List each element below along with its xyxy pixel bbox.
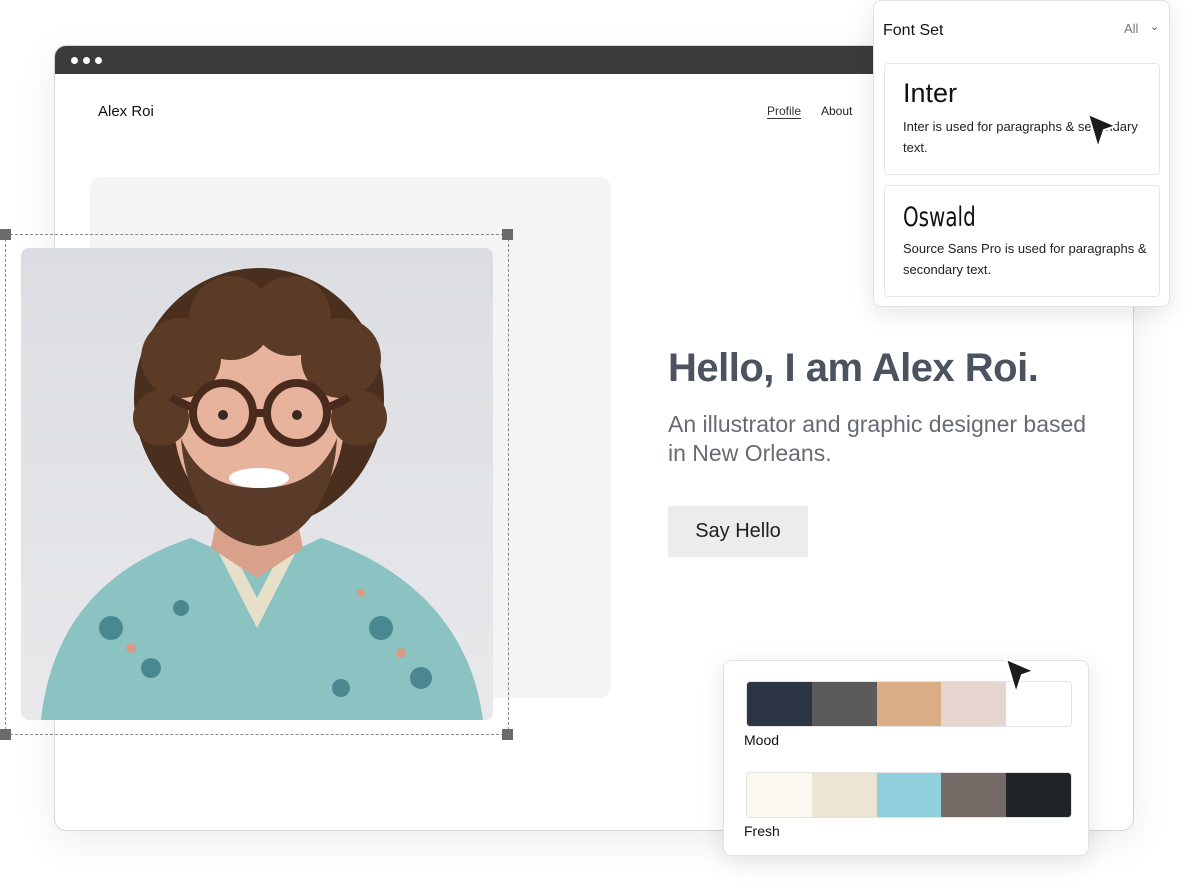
window-dot-icon <box>83 57 90 64</box>
palette-fresh-swatches[interactable] <box>746 772 1072 818</box>
color-swatch[interactable] <box>1006 773 1071 817</box>
resize-handle[interactable] <box>502 729 513 740</box>
pointer-cursor-icon <box>1086 112 1119 152</box>
say-hello-button[interactable]: Say Hello <box>668 506 808 557</box>
hero-subtitle: An illustrator and graphic designer base… <box>668 411 1087 466</box>
font-set-title: Font Set <box>883 22 944 39</box>
site-brand[interactable]: Alex Roi <box>98 103 154 120</box>
color-swatch[interactable] <box>811 773 877 817</box>
font-option-name: Inter <box>903 78 958 108</box>
font-option-oswald[interactable]: Oswald Source Sans Pro is used for parag… <box>884 185 1160 297</box>
font-set-panel: Font Set All ⌄ Inter Inter is used for p… <box>873 0 1170 307</box>
resize-handle[interactable] <box>502 229 513 240</box>
font-option-description: Source Sans Pro is used for paragraphs &… <box>903 241 1147 277</box>
pointer-cursor-icon <box>1004 657 1037 697</box>
font-filter-select[interactable]: All <box>1124 21 1138 36</box>
window-dot-icon <box>71 57 78 64</box>
color-swatch[interactable] <box>876 773 942 817</box>
palette-fresh-label: Fresh <box>744 823 780 839</box>
color-swatch[interactable] <box>941 682 1007 726</box>
resize-handle[interactable] <box>0 229 11 240</box>
color-swatch[interactable] <box>876 682 942 726</box>
color-swatch[interactable] <box>811 682 877 726</box>
chevron-down-icon[interactable]: ⌄ <box>1150 20 1159 33</box>
image-selection-box[interactable] <box>5 234 509 735</box>
resize-handle[interactable] <box>0 729 11 740</box>
window-dot-icon <box>95 57 102 64</box>
nav-about-link[interactable]: About <box>821 104 852 118</box>
palette-mood-label: Mood <box>744 732 780 748</box>
nav-profile-link[interactable]: Profile <box>767 104 801 118</box>
color-swatch[interactable] <box>747 773 812 817</box>
color-swatch[interactable] <box>941 773 1007 817</box>
hero-title: Hello, I am Alex Roi. <box>668 346 1039 390</box>
color-swatch[interactable] <box>747 682 812 726</box>
font-option-name: Oswald <box>903 202 976 233</box>
